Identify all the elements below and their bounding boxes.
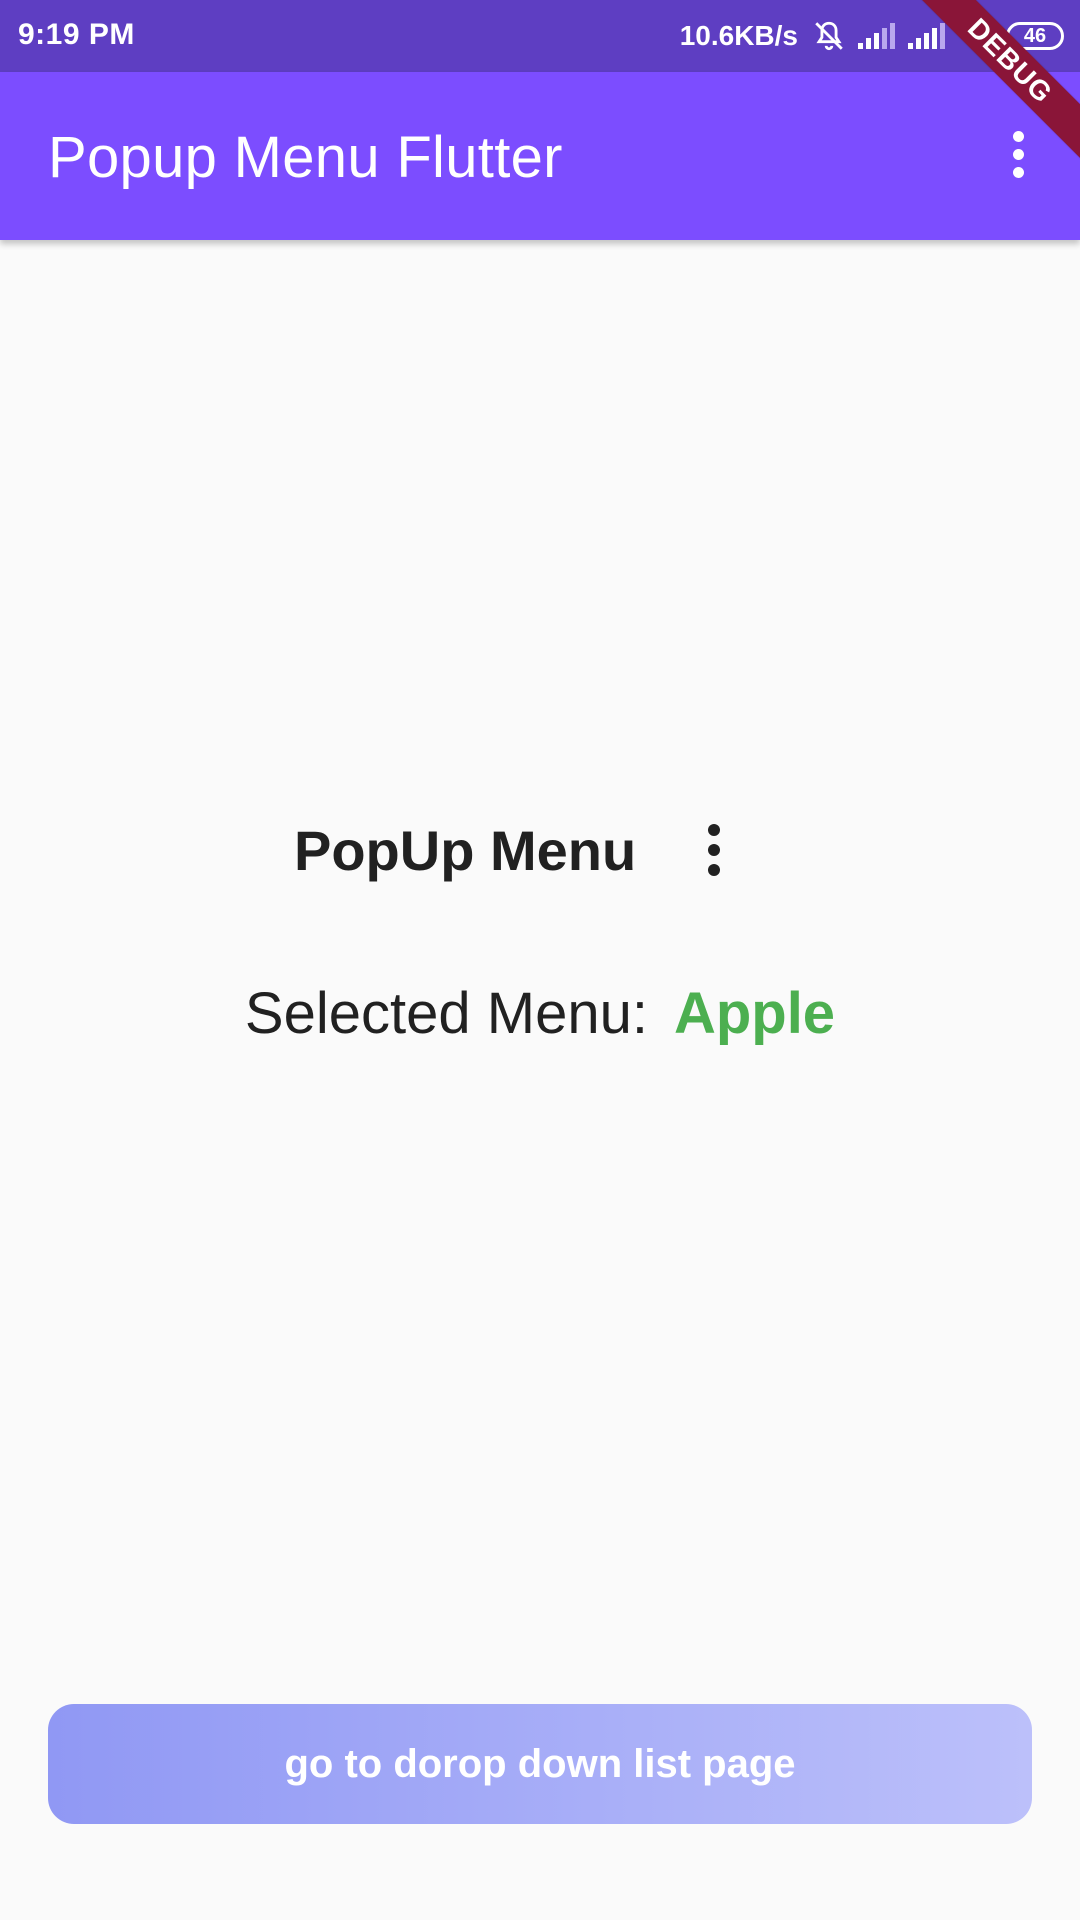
status-time: 9:19 PM [18, 18, 135, 51]
network-speed: 10.6KB/s [679, 20, 798, 51]
popup-menu-row: PopUp Menu [0, 810, 1080, 890]
app-bar: Popup Menu Flutter [0, 72, 1080, 240]
bell-off-icon [812, 19, 846, 53]
app-screen: 9:19 PM 10.6KB/s 46 Popup Menu Flutter D… [0, 0, 1080, 1920]
status-bar: 9:19 PM 10.6KB/s 46 [0, 0, 1080, 72]
go-to-dropdown-page-label: go to dorop down list page [284, 1741, 796, 1786]
go-to-dropdown-page-button[interactable]: go to dorop down list page [48, 1704, 1032, 1824]
app-bar-more-button[interactable] [986, 122, 1050, 186]
selected-menu-row: Selected Menu: Apple [0, 980, 1080, 1060]
selected-menu-value: Apple [673, 981, 836, 1046]
popup-menu-button[interactable] [682, 810, 746, 890]
more-vert-icon [708, 824, 720, 876]
more-vert-icon [1012, 130, 1024, 178]
signal-icon [906, 21, 946, 51]
app-title: Popup Menu Flutter [48, 125, 563, 190]
popup-menu-label: PopUp Menu [294, 819, 637, 882]
signal-icon [856, 21, 896, 51]
selected-menu-label: Selected Menu: [244, 981, 648, 1046]
